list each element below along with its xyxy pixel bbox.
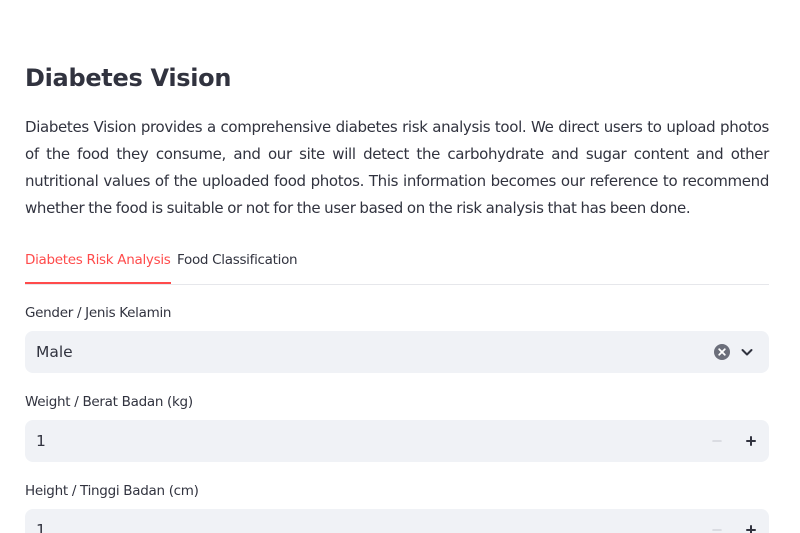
- height-input[interactable]: 1: [25, 509, 769, 533]
- tab-bar: Diabetes Risk Analysis Food Classificati…: [25, 246, 769, 285]
- height-increment-button[interactable]: [741, 520, 761, 533]
- tab-food-classification[interactable]: Food Classification: [177, 246, 298, 282]
- app-description: Diabetes Vision provides a comprehensive…: [25, 118, 769, 217]
- height-label: Height / Tinggi Badan (cm): [25, 483, 199, 499]
- height-decrement-button[interactable]: [707, 520, 727, 533]
- clear-icon[interactable]: [714, 344, 730, 360]
- gender-selected-value: Male: [36, 343, 73, 361]
- gender-select[interactable]: Male: [25, 331, 769, 373]
- tab-diabetes-risk-analysis[interactable]: Diabetes Risk Analysis: [25, 246, 171, 284]
- page-title: Diabetes Vision: [25, 64, 232, 92]
- weight-decrement-button[interactable]: [707, 431, 727, 451]
- weight-label: Weight / Berat Badan (kg): [25, 394, 193, 410]
- height-value: 1: [36, 521, 46, 533]
- gender-label: Gender / Jenis Kelamin: [25, 305, 172, 321]
- app-page: Diabetes Vision Diabetes Vision provides…: [0, 0, 800, 533]
- weight-value: 1: [36, 432, 46, 450]
- chevron-down-icon[interactable]: [739, 344, 755, 360]
- weight-increment-button[interactable]: [741, 431, 761, 451]
- weight-input[interactable]: 1: [25, 420, 769, 462]
